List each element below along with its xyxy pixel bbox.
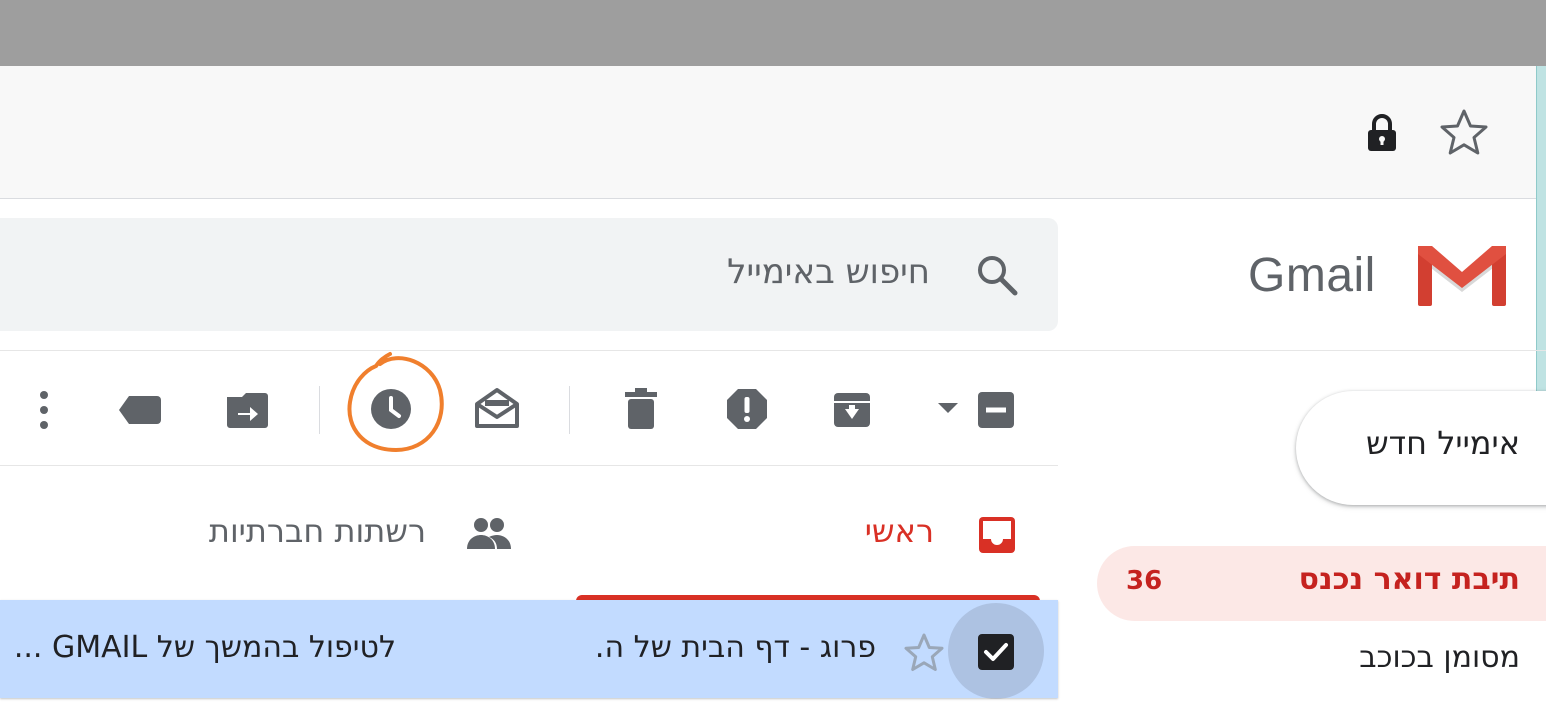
star-outline-icon[interactable] [902,632,946,674]
mark-as-read-icon[interactable] [472,384,522,432]
snooze-highlight-circle [340,350,450,458]
sidebar-item-starred[interactable]: מסומן בכוכב [1359,640,1520,675]
gmail-wordmark: Gmail [1248,249,1376,302]
address-bar[interactable] [0,66,1536,199]
email-sender: פרוג - דף הבית של ה. [594,630,876,665]
tab-social[interactable]: רשתות חברתיות [209,512,426,550]
search-input[interactable]: חיפוש באימייל [727,252,930,292]
report-spam-icon[interactable] [724,386,770,432]
lock-icon[interactable] [1362,112,1402,154]
star-outline-icon[interactable] [1436,106,1492,160]
tab-primary[interactable]: ראשי [865,512,934,550]
browser-top-band [0,0,1546,66]
more-vert-icon[interactable] [34,388,54,432]
unread-count-badge: 36 [1126,566,1163,596]
search-icon[interactable] [974,252,1020,298]
archive-icon[interactable] [830,388,874,432]
row-checkbox[interactable] [976,632,1016,672]
delete-icon[interactable] [620,386,662,432]
people-icon [464,516,514,552]
email-subject: לטיפול בהמשך של GMAIL ... [13,630,396,665]
toolbar-divider [569,386,570,434]
header-divider [0,350,1546,351]
sidebar-item-label: תיבת דואר נכנס [1298,562,1520,597]
gmail-m-logo[interactable] [1418,244,1506,306]
move-to-icon[interactable] [224,388,270,432]
toolbar-divider-bottom [0,465,1058,466]
toolbar-divider [319,386,320,434]
label-icon[interactable] [116,392,164,428]
compose-label: אימייל חדש [1366,424,1520,462]
inbox-icon [976,514,1018,556]
scrollbar[interactable] [1536,66,1546,402]
select-all-checkbox-icon[interactable] [976,390,1016,430]
chevron-down-icon[interactable] [936,400,960,418]
